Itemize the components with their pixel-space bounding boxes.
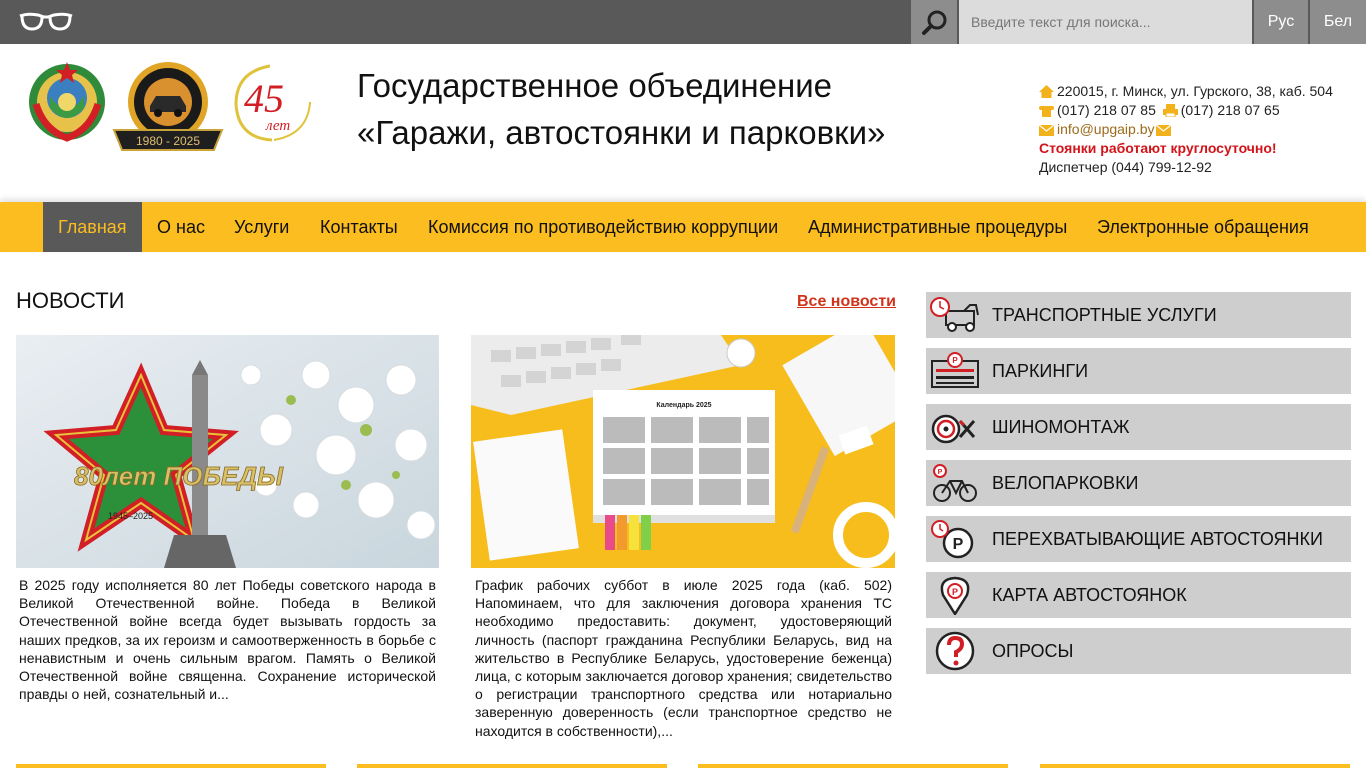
- lang-be-button[interactable]: Бел: [1310, 0, 1366, 44]
- bottom-card-border: [357, 764, 667, 768]
- svg-text:P: P: [953, 536, 964, 553]
- sidebar-label: КАРТА АВТОСТОЯНОК: [992, 585, 1187, 605]
- sidebar-label: ОПРОСЫ: [992, 641, 1074, 661]
- organization-anniversary-logo[interactable]: 1980 - 2025: [110, 60, 226, 152]
- sidebar-item-bicycle-parking[interactable]: P ВЕЛОПАРКОВКИ: [926, 460, 1351, 506]
- open-hours-notice: Стоянки работают круглосуточно!: [1039, 140, 1277, 156]
- nav-anticorruption[interactable]: Комиссия по противодействию коррупции: [428, 202, 778, 252]
- nav-admin-procedures[interactable]: Административные процедуры: [808, 202, 1067, 252]
- bottom-card-border: [16, 764, 326, 768]
- search-input[interactable]: [959, 0, 1252, 44]
- sidebar-label: ПАРКИНГИ: [992, 361, 1089, 381]
- news-image-victory[interactable]: 80лет ПОБЕДЫ 1945–2025: [16, 335, 439, 568]
- svg-text:P: P: [952, 356, 958, 365]
- nav-e-appeals[interactable]: Электронные обращения: [1097, 202, 1309, 252]
- park-and-ride-icon: P: [931, 520, 974, 559]
- sidebar-item-park-and-ride[interactable]: P ПЕРЕХВАТЫВАЮЩИЕ АВТОСТОЯНКИ: [926, 516, 1351, 562]
- title-line-1: Государственное объединение: [357, 67, 833, 104]
- mail-icon: [1155, 125, 1171, 136]
- nav-about[interactable]: О нас: [157, 202, 205, 252]
- parking-gate-icon: P: [931, 352, 979, 388]
- anniversary-45-logo[interactable]: 45 лет: [230, 62, 314, 144]
- svg-text:1945–2025: 1945–2025: [108, 511, 153, 521]
- news-excerpt-victory[interactable]: В 2025 году исполняется 80 лет Победы со…: [19, 576, 436, 703]
- fax-text: (017) 218 07 65: [1180, 102, 1280, 118]
- home-icon: [1039, 85, 1054, 98]
- mail-icon: [1039, 125, 1054, 136]
- contacts-block: 220015, г. Минск, ул. Гурского, 38, каб.…: [1039, 82, 1333, 177]
- fax-icon: [1162, 104, 1178, 117]
- sidebar-item-surveys[interactable]: ОПРОСЫ: [926, 628, 1351, 674]
- news-excerpt-calendar[interactable]: График рабочих суббот в июле 2025 года (…: [475, 576, 892, 740]
- top-bar: Рус Бел: [0, 0, 1366, 44]
- svg-text:лет: лет: [265, 118, 290, 134]
- main-nav: Главная О нас Услуги Контакты Комиссия п…: [0, 202, 1366, 252]
- phone-icon: [1039, 106, 1054, 117]
- sidebar-label: ПЕРЕХВАТЫВАЮЩИЕ АВТОСТОЯНКИ: [992, 529, 1323, 549]
- glasses-icon[interactable]: [18, 11, 74, 33]
- sidebar-item-parking-map[interactable]: P КАРТА АВТОСТОЯНОК: [926, 572, 1351, 618]
- magnifier-icon: [922, 10, 947, 35]
- lang-ru-button[interactable]: Рус: [1254, 0, 1308, 44]
- search-button[interactable]: [911, 0, 957, 44]
- svg-text:80лет ПОБЕДЫ: 80лет ПОБЕДЫ: [74, 461, 284, 491]
- coat-of-arms-logo[interactable]: [24, 58, 110, 144]
- all-news-link[interactable]: Все новости: [797, 293, 896, 311]
- tire-service-icon: [931, 414, 976, 444]
- question-icon: [935, 631, 975, 671]
- sidebar-item-parkings[interactable]: P ПАРКИНГИ: [926, 348, 1351, 394]
- address-text: 220015, г. Минск, ул. Гурского, 38, каб.…: [1057, 83, 1333, 99]
- nav-contacts[interactable]: Контакты: [320, 202, 398, 252]
- email-link[interactable]: info@upgaip.by: [1057, 121, 1155, 137]
- svg-text:1980 - 2025: 1980 - 2025: [136, 134, 200, 148]
- bottom-card-border: [1040, 764, 1350, 768]
- phone-text: (017) 218 07 85: [1057, 102, 1156, 118]
- sidebar-label: ШИНОМОНТАЖ: [992, 417, 1130, 437]
- svg-text:Календарь 2025: Календарь 2025: [656, 402, 711, 409]
- sidebar-item-tire-service[interactable]: ШИНОМОНТАЖ: [926, 404, 1351, 450]
- tow-truck-icon: [930, 297, 979, 332]
- bottom-card-border: [698, 764, 1008, 768]
- sidebar-item-transport[interactable]: ТРАНСПОРТНЫЕ УСЛУГИ: [926, 292, 1351, 338]
- news-image-calendar[interactable]: Календарь 2025: [471, 335, 895, 568]
- svg-text:P: P: [952, 587, 958, 597]
- svg-text:P: P: [938, 469, 943, 476]
- sidebar-label: ТРАНСПОРТНЫЕ УСЛУГИ: [992, 305, 1217, 325]
- nav-services[interactable]: Услуги: [234, 202, 289, 252]
- nav-home[interactable]: Главная: [43, 202, 142, 252]
- map-pin-icon: P: [940, 576, 970, 615]
- news-heading: НОВОСТИ: [16, 288, 125, 313]
- dispatcher-phone: Диспетчер (044) 799-12-92: [1039, 159, 1212, 175]
- sidebar-label: ВЕЛОПАРКОВКИ: [992, 473, 1139, 493]
- bicycle-parking-icon: P: [933, 464, 977, 502]
- organization-title: Государственное объединение «Гаражи, авт…: [357, 62, 885, 156]
- svg-text:45: 45: [244, 76, 284, 121]
- title-line-2: «Гаражи, автостоянки и парковки»: [357, 114, 886, 151]
